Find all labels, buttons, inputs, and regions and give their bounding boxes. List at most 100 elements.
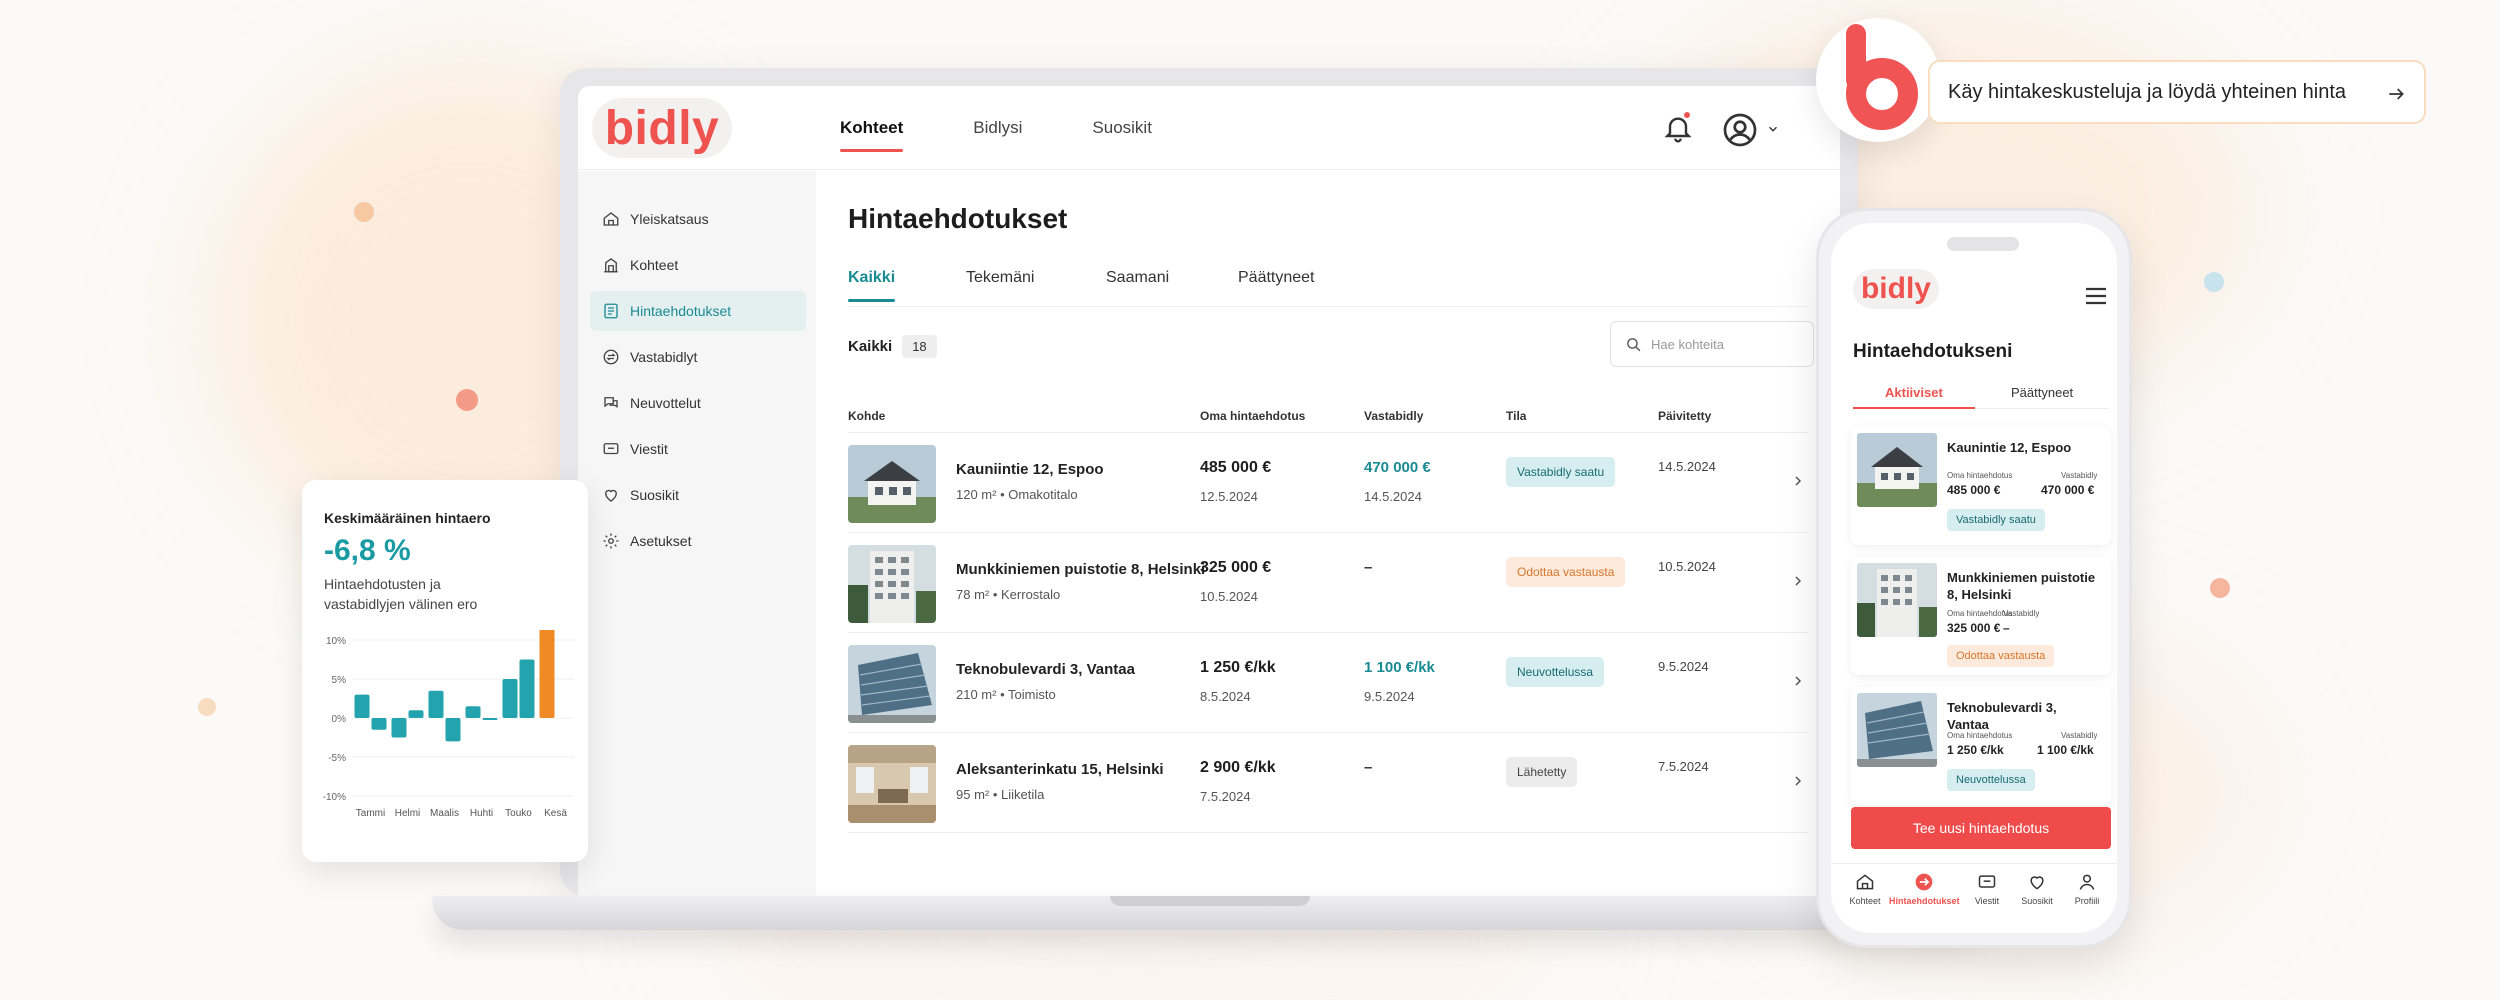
offer-card[interactable]: Teknobulevardi 3, Vantaa Oma hintaehdotu… [1851,687,2111,805]
property-photo [848,545,936,623]
y-tick-label: 0% [332,714,347,725]
own-offer: 485 000 € [1947,483,2001,497]
topnav-tab-suosikit[interactable]: Suosikit [1092,86,1152,170]
callout-banner[interactable]: Käy hintakeskusteluja ja löydä yhteinen … [1928,60,2426,124]
bidly-logo[interactable]: bidly [1853,269,1939,309]
sidebar-item-neuvottelut[interactable]: Neuvottelut [590,383,806,423]
y-tick-label: -10% [323,792,346,803]
counter-offer: 1 100 €/kk [1364,659,1435,676]
property-photo [848,445,936,523]
counter-offer: 470 000 € [2041,483,2095,497]
main-content: Hintaehdotukset Kaikki Tekemäni Saamani … [816,171,1840,896]
nav-item-profiili[interactable]: Profiili [2059,872,2115,906]
mobile-page-title: Hintaehdotukseni [1853,341,2013,362]
status-badge: Neuvottelussa [1506,657,1605,687]
updated-date: 10.5.2024 [1658,559,1716,574]
table-row[interactable]: Munkkiniemen puistotie 8, Helsinki 78 m²… [848,533,1808,633]
y-tick-label: 10% [326,636,346,647]
counter-offer: – [2003,621,2010,635]
property-meta: 78 m² • Kerrostalo [956,587,1061,602]
user-avatar-icon[interactable] [1722,112,1758,148]
updated-date: 7.5.2024 [1658,759,1709,774]
nav-item-kohteet[interactable]: Kohteet [1837,872,1893,906]
laptop-notch [1110,896,1310,906]
chevron-right-icon[interactable] [1790,673,1806,689]
property-photo [1857,433,1937,507]
property-photo [1857,563,1937,637]
topnav-tab-bidlysi[interactable]: Bidlysi [973,86,1022,170]
sidebar: Yleiskatsaus Kohteet Hintaehdotukset Vas… [578,171,816,896]
chevron-right-icon[interactable] [1790,573,1806,589]
result-count: Kaikki 18 [848,335,937,358]
price-difference-card: Keskimääräinen hintaero -6,8 % Hintaehdo… [302,480,588,862]
status-badge: Neuvottelussa [1947,769,2035,791]
bidly-b-logo [1816,18,1940,142]
own-offer: 1 250 €/kk [1200,659,1276,676]
chart-bar [482,718,498,720]
table-row[interactable]: Aleksanterinkatu 15, Helsinki 95 m² • Li… [848,733,1808,833]
status-badge: Lähetetty [1506,757,1578,787]
sidebar-item-vastabidlyt[interactable]: Vastabidlyt [590,337,806,377]
new-offer-button[interactable]: Tee uusi hintaehdotus [1851,807,2111,849]
tab-tekemani[interactable]: Tekemäni [966,269,1034,287]
property-address: Aleksanterinkatu 15, Helsinki [956,761,1164,778]
chevron-down-icon[interactable] [1766,122,1780,136]
laptop-frame: bidly Kohteet Bidlysi Suosikit Yleiskats… [560,68,1858,896]
x-tick-label: Maalis [430,808,459,819]
status-badge: Vastabidly saatu [1506,457,1616,487]
offer-date: 7.5.2024 [1200,789,1251,804]
property-photo [848,745,936,823]
own-offer: 325 000 € [1200,559,1272,576]
offer-tabs: Kaikki Tekemäni Saamani Päättyneet [848,259,1808,307]
topnav-tab-kohteet[interactable]: Kohteet [840,86,904,170]
status-badge: Odottaa vastausta [1506,557,1626,587]
x-tick-label: Touko [505,808,532,819]
price-difference-value: -6,8 % [324,534,411,567]
sidebar-item-yleiskatsaus[interactable]: Yleiskatsaus [590,199,806,239]
nav-item-hintaehdotukset[interactable]: Hintaehdotukset [1889,872,1960,906]
heart-icon [2030,876,2044,890]
counter-date: 9.5.2024 [1364,689,1415,704]
mobile-tabs: Aktiiviset Päättyneet [1853,375,2109,409]
tab-kaikki[interactable]: Kaikki [848,269,896,302]
price-difference-chart: 10% 5% 0% -5% -10% Tammi Helmi Maalis Huhti Touko… [323,630,574,819]
table-row[interactable]: Teknobulevardi 3, Vantaa 210 m² • Toimis… [848,633,1808,733]
sidebar-item-kohteet[interactable]: Kohteet [590,245,806,285]
counter-offer: – [1364,759,1373,776]
tab-paattyneet[interactable]: Päättyneet [2011,385,2073,400]
sidebar-item-hintaehdotukset[interactable]: Hintaehdotukset [590,291,806,331]
own-offer: 485 000 € [1200,459,1272,476]
menu-icon[interactable] [2085,287,2107,305]
tab-aktiiviset[interactable]: Aktiiviset [1853,385,1975,409]
sidebar-item-viestit[interactable]: Viestit [590,429,806,469]
property-photo [848,645,936,723]
card-title: Keskimääräinen hintaero [324,510,491,526]
decor-dot [2204,272,2224,292]
chart-bar [502,679,518,718]
tab-paattyneet[interactable]: Päättyneet [1238,269,1315,287]
x-tick-label: Huhti [470,808,493,819]
property-address: Kaunintie 12, Espoo [1947,440,2072,455]
offer-icon [1915,873,1933,891]
offer-date: 12.5.2024 [1200,489,1258,504]
desktop-app: bidly Kohteet Bidlysi Suosikit Yleiskats… [578,86,1840,896]
counter-date: 14.5.2024 [1364,489,1422,504]
top-bar: bidly Kohteet Bidlysi Suosikit [578,86,1840,170]
nav-item-viestit[interactable]: Viestit [1959,872,2015,906]
nav-item-suosikit[interactable]: Suosikit [2009,872,2065,906]
sidebar-item-asetukset[interactable]: Asetukset [590,521,806,561]
x-tick-label: Helmi [395,808,421,819]
search-input[interactable]: Hae kohteita [1610,321,1814,367]
chevron-right-icon[interactable] [1790,473,1806,489]
updated-date: 14.5.2024 [1658,459,1716,474]
offer-card[interactable]: Kaunintie 12, Espoo Oma hintaehdotus Vas… [1851,427,2111,545]
tab-saamani[interactable]: Saamani [1106,269,1169,287]
offer-card[interactable]: Munkkiniemen puistotie 8, Helsinki Oma h… [1851,557,2111,675]
chevron-right-icon[interactable] [1790,773,1806,789]
property-address: Teknobulevardi 3, Vantaa [956,661,1135,678]
sidebar-item-suosikit[interactable]: Suosikit [590,475,806,515]
bidly-logo[interactable]: bidly [592,98,732,158]
status-badge: Odottaa vastausta [1947,645,2055,667]
table-row[interactable]: Kauniintie 12, Espoo 120 m² • Omakotital… [848,433,1808,533]
user-icon [2079,874,2095,890]
